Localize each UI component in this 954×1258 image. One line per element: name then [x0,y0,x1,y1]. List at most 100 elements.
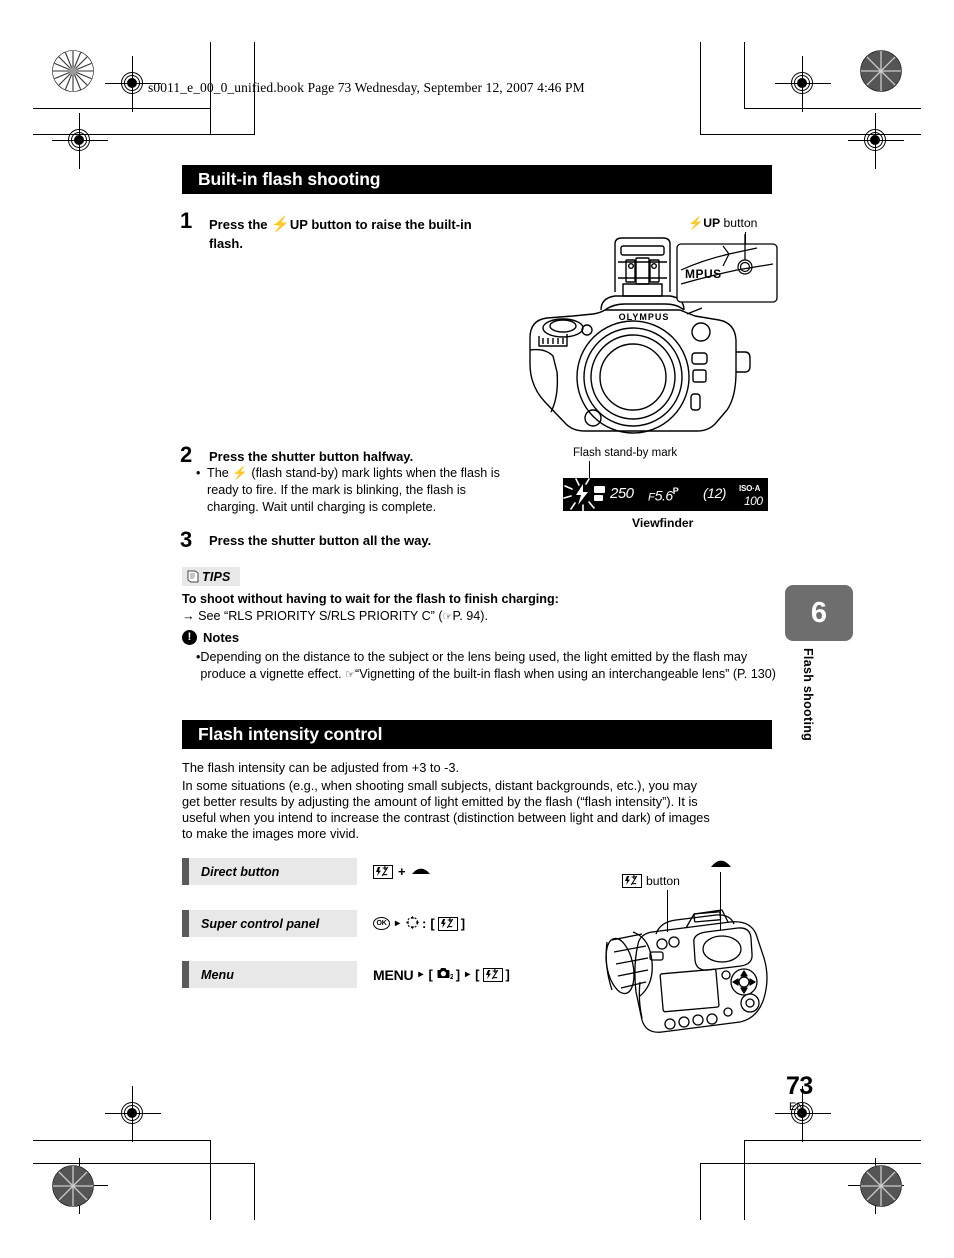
bullet-text: The ⚡ (flash stand-by) mark lights when … [207,466,500,515]
camera-front-illustration: OLYMPUS MPUS [505,222,780,447]
viewfinder-shutter-speed: 250 [610,485,634,502]
page-number: 73 [786,1072,813,1100]
tips-body-text: See “RLS PRIORITY S/RLS PRIORITY C” ( [198,609,443,623]
svg-text:MPUS: MPUS [685,267,722,281]
star-target-mark [52,50,94,92]
plus-sign: + [398,864,406,879]
camera-rear-illustration [598,900,788,1050]
list-item: • Depending on the distance to the subje… [196,649,776,683]
camera-menu-tab-icon: 2 [436,966,454,983]
method-row-direct-button: Direct button + [182,858,431,885]
viewfinder-mode: P [672,486,679,496]
method-operations: MENU ▸ [ 2 ] ▸ [ ] [373,966,510,983]
step-number-3: 3 [180,527,193,552]
registration-mark [105,1086,161,1142]
step-2-bullets: • The ⚡ (flash stand-by) mark lights whe… [196,465,514,516]
method-label: Direct button [182,858,357,885]
buffer-count: 12 [707,485,722,501]
step-text-2: Press the shutter button halfway. [209,449,414,464]
book-icon [187,570,199,583]
intensity-intro-line-5: to make the images more vivid. [182,826,360,841]
print-header-filename: s0011_e_00_0_unified.book Page 73 Wednes… [148,80,585,95]
note-part-2: “Vignetting of the built-in flash when u… [355,667,776,682]
pointing-hand-icon: ☞ [442,611,453,623]
pointing-hand-icon: ☞ [345,669,355,682]
tips-heading: To shoot without having to wait for the … [182,592,559,606]
chapter-tab: 6 [785,585,853,641]
star-target-mark [860,50,902,92]
method-row-menu: Menu MENU ▸ [ 2 ] ▸ [ ] [182,961,510,988]
tips-ref-page: P. 94 [452,609,481,623]
section-title-built-in-flash: Built-in flash shooting [182,165,772,194]
note-text: Depending on the distance to the subject… [200,649,776,683]
bracket-close: ] [455,967,461,982]
viewfinder-aperture: F5.6P [648,486,679,505]
method-label: Menu [182,961,357,988]
callout-button-word: button [646,874,680,888]
exclamation-icon: ! [182,630,197,645]
notes-body: • Depending on the distance to the subje… [196,649,776,683]
intensity-intro-line-1: The flash intensity can be adjusted from… [182,760,460,775]
bullet-dot: • [196,466,201,480]
flash-compensation-icon [482,967,503,982]
method-row-super-control-panel: Super control panel OK ▸ : [ ] [182,910,465,937]
bracket-open: [ [430,916,435,931]
arrow-right-icon: ▸ [465,969,471,980]
arrow-pad-icon [405,915,420,933]
step-text-3: Press the shutter button all the way. [209,533,432,548]
step-number-2: 2 [180,442,193,467]
svg-text:2: 2 [450,974,453,980]
section-title-flash-intensity: Flash intensity control [182,720,772,749]
dial-icon [411,864,431,879]
tips-body: → See “RLS PRIORITY S/RLS PRIORITY C” (☞… [182,608,742,626]
label-viewfinder: Viewfinder [632,516,694,530]
menu-button-label: MENU [373,966,414,983]
registration-mark [775,56,831,112]
tips-label: TIPS [202,569,231,584]
notes-heading: ! Notes [182,630,239,645]
step-number-1: 1 [180,208,193,233]
flash-compensation-icon [622,874,642,888]
viewfinder-display: 250 F5.6P (12) ISO·A 100 [563,478,768,511]
bracket-close: ] [505,967,510,982]
registration-mark [105,56,161,112]
flash-compensation-icon [373,864,393,879]
arrow-right-icon: → [182,609,195,623]
colon-separator: : [422,916,427,931]
arrow-right-icon: ▸ [418,969,424,980]
registration-mark [848,113,904,169]
aperture-value: 5.6 [654,487,673,504]
flash-icon: ⚡ [271,216,290,233]
flash-icon: ⚡ [232,466,248,480]
viewfinder-iso-label: ISO·A [739,484,761,493]
method-operations: OK ▸ : [ ] [373,915,465,933]
arrow-right-icon: ▸ [395,918,401,929]
chapter-tab-title: Flash shooting [801,648,815,742]
label-flash-standby-mark: Flash stand-by mark [573,447,678,459]
ok-button-icon: OK [373,917,390,930]
flash-compensation-icon [437,916,458,931]
aperture-prefix: F [648,491,655,504]
method-label: Super control panel [182,910,357,937]
viewfinder-buffer: (12) [703,485,726,501]
dial-icon [711,859,731,867]
page-language: EN [789,1101,805,1113]
viewfinder-iso-value: 100 [744,494,763,508]
bracket-open: [ [428,967,433,982]
svg-text:OLYMPUS: OLYMPUS [619,312,670,322]
method-operations: + [373,864,431,879]
star-target-mark [52,1165,94,1207]
callout-dial-icon [710,855,732,874]
step1-prefix: Press the [209,217,268,232]
notes-label: Notes [203,630,240,645]
bullet-body: (flash stand-by) mark lights when the fl… [207,466,500,515]
star-target-mark [860,1165,902,1207]
callout-flash-comp-button: button [622,874,680,888]
tips-badge: TIPS [182,567,240,586]
registration-mark [52,113,108,169]
flash-up-label: UP [289,217,308,232]
buffer-bracket-close: ) [721,485,727,501]
list-item: • The ⚡ (flash stand-by) mark lights whe… [196,465,514,516]
step-text-1: Press the ⚡UP button to raise the built-… [209,215,509,252]
bracket-close: ] [460,916,466,931]
